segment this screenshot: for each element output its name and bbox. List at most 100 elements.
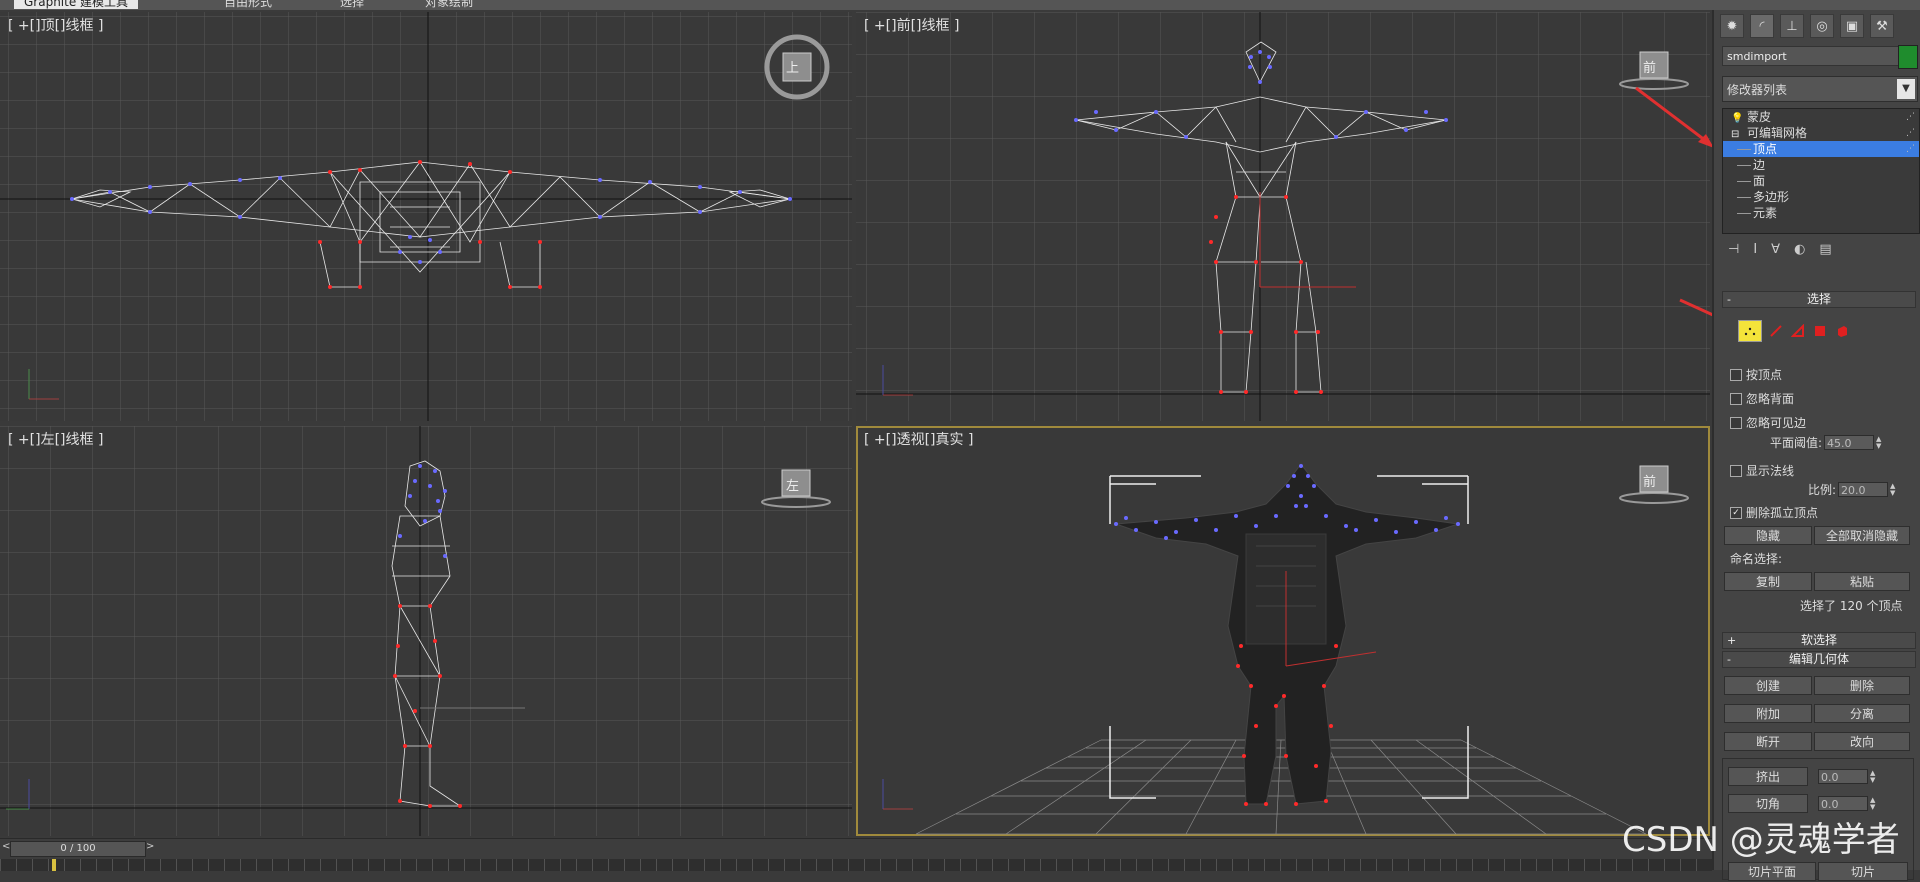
viewport-perspective-label[interactable]: [ +[]透视[]真实 ] bbox=[864, 429, 973, 449]
modify-icon[interactable]: ◜ bbox=[1750, 14, 1774, 38]
copy-button[interactable]: 复制 bbox=[1724, 572, 1812, 591]
track-ticks bbox=[0, 859, 1712, 871]
annotation-arrow-stack bbox=[1635, 86, 1714, 148]
hierarchy-icon[interactable]: ⊥ bbox=[1780, 14, 1804, 38]
create-icon[interactable]: ✹ bbox=[1720, 14, 1744, 38]
checkbox[interactable] bbox=[1730, 464, 1742, 477]
time-slider[interactable]: 0 / 100 bbox=[10, 841, 146, 857]
by-vertex-option[interactable]: 按顶点 bbox=[1730, 366, 1782, 383]
viewport-top-label[interactable]: [ +[]顶[]线框 ] bbox=[8, 15, 103, 35]
stack-item-label: 多边形 bbox=[1753, 190, 1790, 204]
axis-tripod-icon bbox=[6, 779, 30, 810]
spinner-arrows-icon[interactable]: ▲ ▼ bbox=[1890, 482, 1898, 497]
spinner-value[interactable]: 20.0 bbox=[1838, 482, 1889, 497]
viewport-front[interactable]: 前 [ +[]前[]线框 ] bbox=[856, 12, 1710, 421]
option-label: 忽略可见边 bbox=[1746, 416, 1807, 430]
checkbox[interactable] bbox=[1730, 368, 1742, 381]
spinner-label: 比例: bbox=[1808, 483, 1837, 497]
character-mesh-left[interactable] bbox=[0, 426, 852, 836]
make-unique-icon[interactable]: ∀ bbox=[1771, 242, 1780, 257]
spinner-value[interactable]: 0.0 bbox=[1818, 796, 1868, 811]
spinner-arrows-icon[interactable]: ▲ ▼ bbox=[1870, 796, 1878, 811]
spinner-arrows-icon[interactable]: ▲ ▼ bbox=[1876, 435, 1884, 450]
slice-button[interactable]: 切片 bbox=[1818, 862, 1908, 881]
stack-item-element[interactable]: 元素 bbox=[1723, 205, 1919, 221]
object-color-swatch[interactable] bbox=[1898, 45, 1918, 69]
selection-status: 选择了 120 个顶点 bbox=[1800, 599, 1903, 613]
stack-item-editable-mesh[interactable]: ⊟ 可编辑网格 ⋰ bbox=[1723, 125, 1919, 141]
chamfer-button[interactable]: 切角 bbox=[1728, 794, 1808, 813]
hide-button[interactable]: 隐藏 bbox=[1724, 526, 1812, 545]
edge-level-icon[interactable] bbox=[1768, 323, 1784, 339]
break-button[interactable]: 断开 bbox=[1724, 732, 1812, 751]
spinner-arrows-icon[interactable]: ▲ ▼ bbox=[1870, 769, 1878, 784]
time-cursor[interactable] bbox=[52, 859, 56, 871]
pin-stack-icon[interactable]: ⊣ bbox=[1728, 242, 1739, 257]
scale-spinner: 比例: 20.0 ▲ ▼ bbox=[1808, 481, 1898, 498]
viewport-front-label[interactable]: [ +[]前[]线框 ] bbox=[864, 15, 959, 35]
object-name-field[interactable]: smdimport bbox=[1722, 46, 1902, 66]
stack-item-vertex[interactable]: 顶点 ⋰ bbox=[1723, 141, 1919, 157]
stack-item-skin[interactable]: 💡 蒙皮 ⋰ bbox=[1723, 109, 1919, 125]
chevron-right-icon[interactable]: > bbox=[146, 841, 154, 852]
viewcube-left-label: 左 bbox=[786, 479, 800, 494]
stack-item-face[interactable]: 面 bbox=[1723, 173, 1919, 189]
ribbon-tab-graphite[interactable]: Graphite 建模工具 bbox=[14, 0, 139, 9]
remove-modifier-icon[interactable]: ◐ bbox=[1794, 242, 1805, 257]
show-normals-option[interactable]: 显示法线 bbox=[1730, 462, 1794, 479]
face-level-icon[interactable] bbox=[1790, 323, 1806, 339]
rollout-soft-selection[interactable]: + 软选择 bbox=[1722, 632, 1916, 649]
polygon-level-icon[interactable] bbox=[1812, 323, 1828, 339]
stack-item-edge[interactable]: 边 bbox=[1723, 157, 1919, 173]
element-level-icon[interactable] bbox=[1834, 323, 1850, 339]
paste-button[interactable]: 粘贴 bbox=[1814, 572, 1910, 591]
create-button[interactable]: 创建 bbox=[1724, 676, 1812, 695]
checkbox[interactable] bbox=[1730, 392, 1742, 405]
vertex-level-icon[interactable] bbox=[1738, 320, 1762, 342]
ignore-backfacing-option[interactable]: 忽略背面 bbox=[1730, 390, 1794, 407]
unhide-all-button[interactable]: 全部取消隐藏 bbox=[1814, 526, 1910, 545]
chevron-down-icon: ▼ bbox=[1897, 79, 1915, 99]
character-mesh-top[interactable] bbox=[0, 12, 852, 421]
viewport-left-label[interactable]: [ +[]左[]线框 ] bbox=[8, 429, 103, 449]
command-panel-tabs: ✹ ◜ ⊥ ◎ ▣ ⚒ bbox=[1720, 14, 1894, 38]
ribbon-tab-selection[interactable]: 选择 bbox=[340, 0, 364, 9]
extrude-button[interactable]: 挤出 bbox=[1728, 767, 1808, 786]
delete-isolated-option[interactable]: ✓ 删除孤立顶点 bbox=[1730, 504, 1818, 521]
stack-item-polygon[interactable]: 多边形 bbox=[1723, 189, 1919, 205]
stack-item-label: 边 bbox=[1753, 158, 1766, 172]
track-bar[interactable] bbox=[0, 859, 1712, 871]
slice-plane-button[interactable]: 切片平面 bbox=[1728, 862, 1816, 881]
watermark-text: CSDN @灵魂学者 bbox=[1622, 820, 1900, 860]
character-mesh-front[interactable] bbox=[856, 12, 1710, 421]
utilities-icon[interactable]: ⚒ bbox=[1870, 14, 1894, 38]
rollout-edit-geometry[interactable]: - 编辑几何体 bbox=[1722, 651, 1916, 668]
attach-button[interactable]: 附加 bbox=[1724, 704, 1812, 723]
modifier-list-label: 修改器列表 bbox=[1727, 83, 1788, 97]
character-model-perspective[interactable] bbox=[856, 426, 1710, 836]
configure-sets-icon[interactable]: ▤ bbox=[1819, 242, 1831, 257]
show-end-result-icon[interactable]: Ι bbox=[1753, 242, 1757, 257]
viewport-top[interactable]: 上 [ +[]顶[]线框 ] bbox=[0, 12, 852, 421]
ribbon-tab-object-paint[interactable]: 对象绘制 bbox=[425, 0, 473, 9]
viewport-left[interactable]: 左 [ +[]左[]线框 ] bbox=[0, 426, 852, 836]
ribbon-bar: Graphite 建模工具 自由形式 选择 对象绘制 bbox=[0, 0, 1920, 10]
checkbox[interactable] bbox=[1730, 416, 1742, 429]
stack-item-label: 元素 bbox=[1753, 206, 1778, 220]
ignore-visible-edges-option[interactable]: 忽略可见边 bbox=[1730, 414, 1806, 431]
ribbon-tab-freeform[interactable]: 自由形式 bbox=[224, 0, 272, 9]
spinner-value[interactable]: 0.0 bbox=[1818, 769, 1868, 784]
rollout-selection[interactable]: - 选择 bbox=[1722, 291, 1916, 308]
display-icon[interactable]: ▣ bbox=[1840, 14, 1864, 38]
viewcube-top-label: 上 bbox=[786, 61, 800, 76]
spinner-value[interactable]: 45.0 bbox=[1824, 435, 1875, 450]
motion-icon[interactable]: ◎ bbox=[1810, 14, 1834, 38]
modifier-list-dropdown[interactable]: 修改器列表 ▼ bbox=[1722, 76, 1918, 102]
checkbox-checked[interactable]: ✓ bbox=[1730, 506, 1742, 519]
rollout-title: 软选择 bbox=[1800, 633, 1837, 647]
option-label: 按顶点 bbox=[1746, 368, 1783, 382]
turn-button[interactable]: 改向 bbox=[1814, 732, 1910, 751]
detach-button[interactable]: 分离 bbox=[1814, 704, 1910, 723]
viewport-perspective[interactable]: 前 [ +[]透视[]真实 ] bbox=[856, 426, 1710, 836]
delete-button[interactable]: 删除 bbox=[1814, 676, 1910, 695]
